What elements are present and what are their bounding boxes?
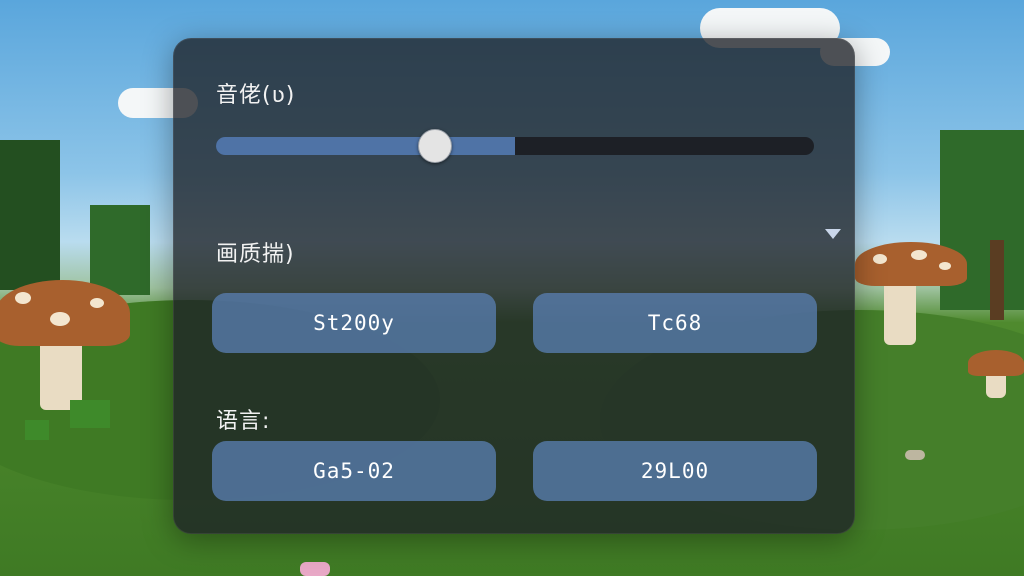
tree-trunk [990, 240, 1004, 320]
chevron-down-icon[interactable] [825, 229, 841, 239]
grass-tuft [70, 400, 110, 428]
mushroom-cap [0, 280, 130, 346]
quality-label: 画质揣) [216, 242, 295, 267]
volume-slider-thumb[interactable] [418, 129, 453, 163]
settings-panel: 音佬(ʋ) 画质揣) St200y Tc68 语言: Ga5-02 29L00 [173, 38, 855, 534]
pink-flower [300, 562, 330, 576]
rock [905, 450, 925, 460]
language-option-button[interactable]: Ga5-02 [212, 441, 496, 501]
tree [90, 205, 150, 295]
language-label: 语言: [216, 409, 271, 434]
mushroom-cap [855, 242, 967, 286]
language-option-button[interactable]: 29L00 [533, 441, 817, 501]
volume-slider-fill [216, 137, 515, 155]
tree [0, 140, 60, 290]
volume-slider[interactable] [216, 137, 814, 155]
mushroom-cap [968, 350, 1024, 376]
grass-tuft [25, 420, 49, 440]
quality-option-button[interactable]: Tc68 [533, 293, 817, 353]
quality-option-button[interactable]: St200y [212, 293, 496, 353]
volume-label: 音佬(ʋ) [216, 83, 296, 108]
